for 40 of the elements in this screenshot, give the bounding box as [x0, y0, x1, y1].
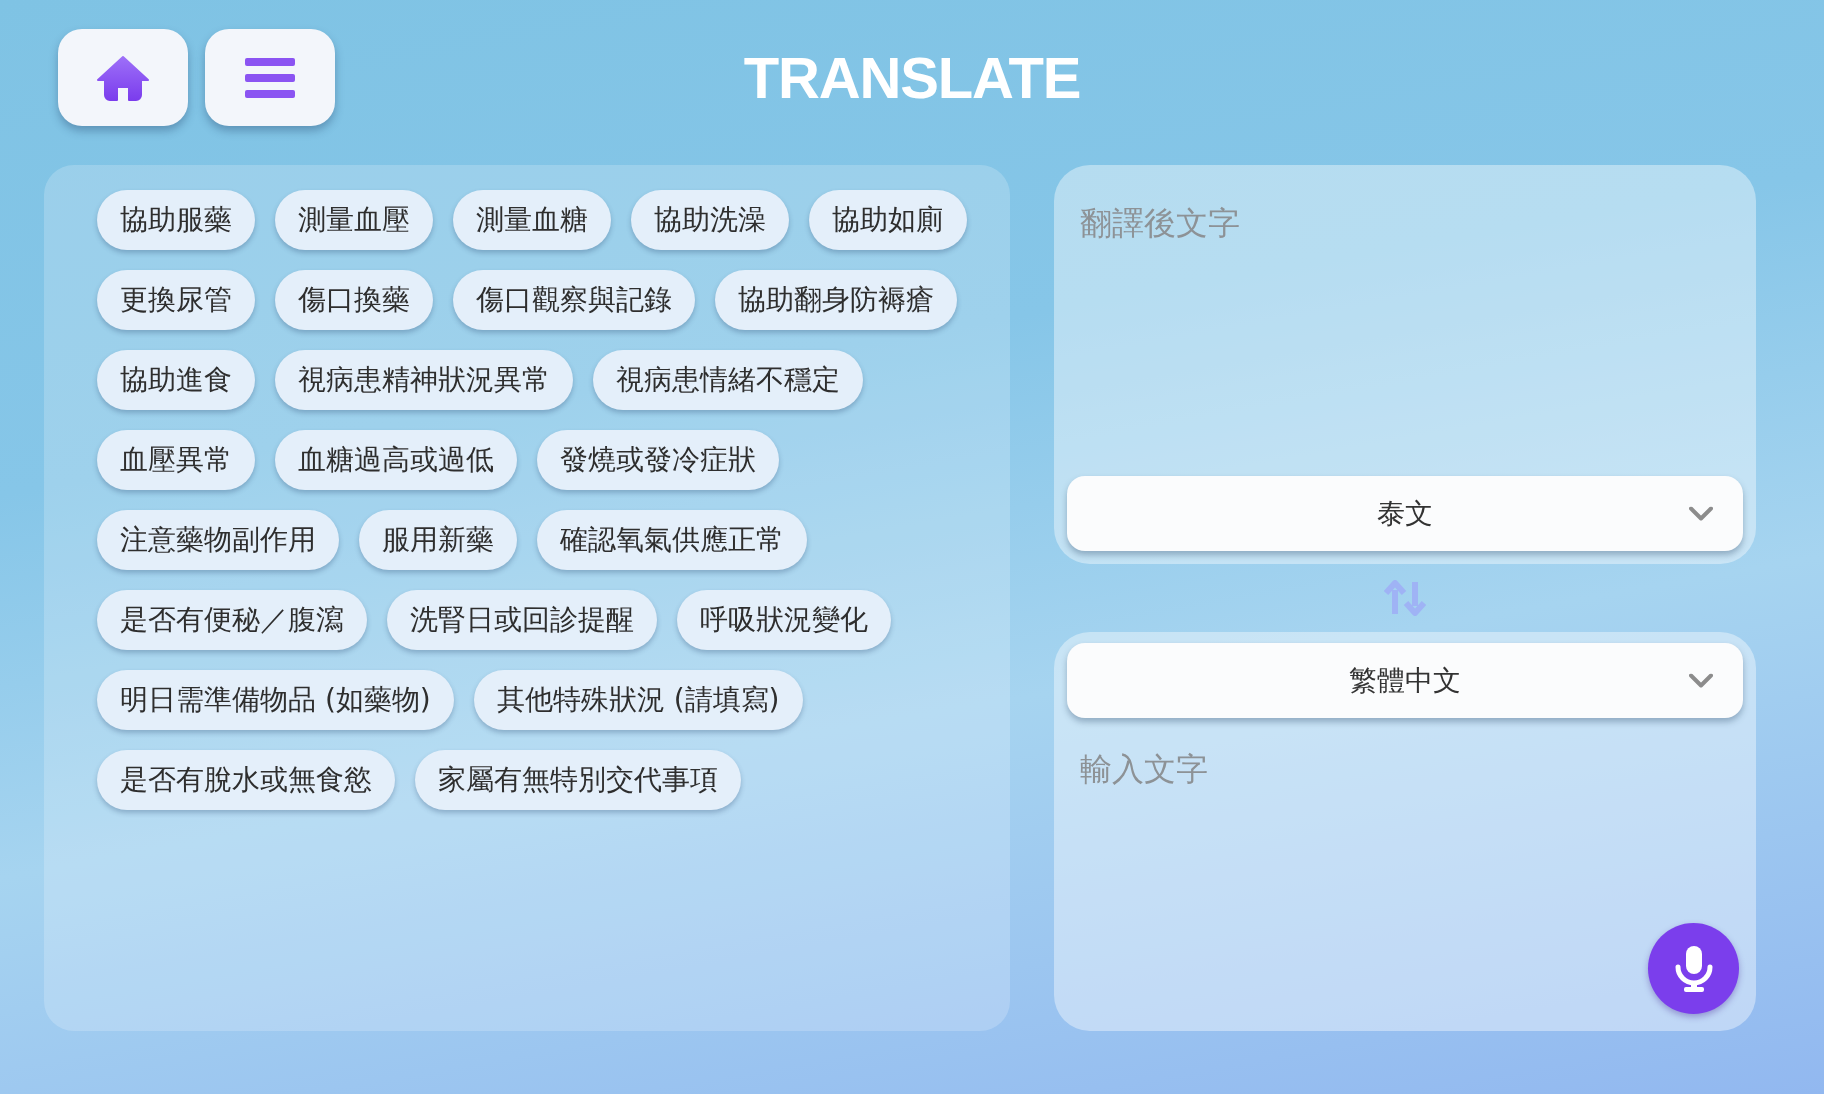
input-text-box[interactable]: 繁體中文 輸入文字 — [1054, 632, 1756, 1031]
phrase-button[interactable]: 視病患情緒不穩定 — [593, 350, 863, 410]
phrase-button[interactable]: 傷口觀察與記錄 — [453, 270, 695, 330]
home-button[interactable] — [58, 29, 188, 126]
menu-icon — [245, 57, 295, 98]
phrase-button[interactable]: 明日需準備物品 (如藥物) — [97, 670, 454, 730]
phrase-button[interactable]: 協助翻身防褥瘡 — [715, 270, 957, 330]
phrase-button[interactable]: 血壓異常 — [97, 430, 255, 490]
phrase-button[interactable]: 協助如廁 — [809, 190, 967, 250]
phrase-button[interactable]: 確認氧氣供應正常 — [537, 510, 807, 570]
phrase-button[interactable]: 是否有便秘／腹瀉 — [97, 590, 367, 650]
phrase-button[interactable]: 是否有脫水或無食慾 — [97, 750, 395, 810]
phrase-button[interactable]: 傷口換藥 — [275, 270, 433, 330]
translation-output-field[interactable]: 翻譯後文字 — [1067, 178, 1743, 476]
phrase-button[interactable]: 其他特殊狀況 (請填寫) — [473, 670, 803, 730]
phrase-button[interactable]: 更換尿管 — [97, 270, 255, 330]
language-dropdown[interactable]: 繁體中文 — [1067, 643, 1743, 718]
phrase-button[interactable]: 協助洗澡 — [631, 190, 789, 250]
phrase-button[interactable]: 洗腎日或回診提醒 — [387, 590, 657, 650]
home-icon — [96, 54, 150, 101]
page-title: TRANSLATE — [743, 48, 1081, 107]
phrase-button[interactable]: 發燒或發冷症狀 — [537, 430, 779, 490]
menu-button[interactable] — [205, 29, 335, 126]
phrase-button[interactable]: 血糖過高或過低 — [275, 430, 517, 490]
output-text-box[interactable]: 翻譯後文字 泰文 — [1054, 165, 1756, 564]
language-dropdown[interactable]: 泰文 — [1067, 476, 1743, 551]
phrase-button[interactable]: 測量血壓 — [275, 190, 433, 250]
phrase-button[interactable]: 服用新藥 — [359, 510, 517, 570]
microphone-button[interactable] — [1648, 923, 1739, 1014]
phrase-button[interactable]: 呼吸狀況變化 — [677, 590, 891, 650]
phrase-button[interactable]: 注意藥物副作用 — [97, 510, 339, 570]
chevron-down-icon — [1689, 673, 1713, 688]
phrase-button[interactable]: 視病患精神狀況異常 — [275, 350, 573, 410]
text-input-field[interactable]: 輸入文字 — [1067, 718, 1743, 1018]
microphone-icon — [1673, 944, 1714, 993]
phrase-button[interactable]: 測量血糖 — [453, 190, 611, 250]
phrase-button[interactable]: 家屬有無特別交代事項 — [415, 750, 741, 810]
phrase-button[interactable]: 協助服藥 — [97, 190, 255, 250]
chevron-down-icon — [1689, 506, 1713, 521]
phrase-button[interactable]: 協助進食 — [97, 350, 255, 410]
